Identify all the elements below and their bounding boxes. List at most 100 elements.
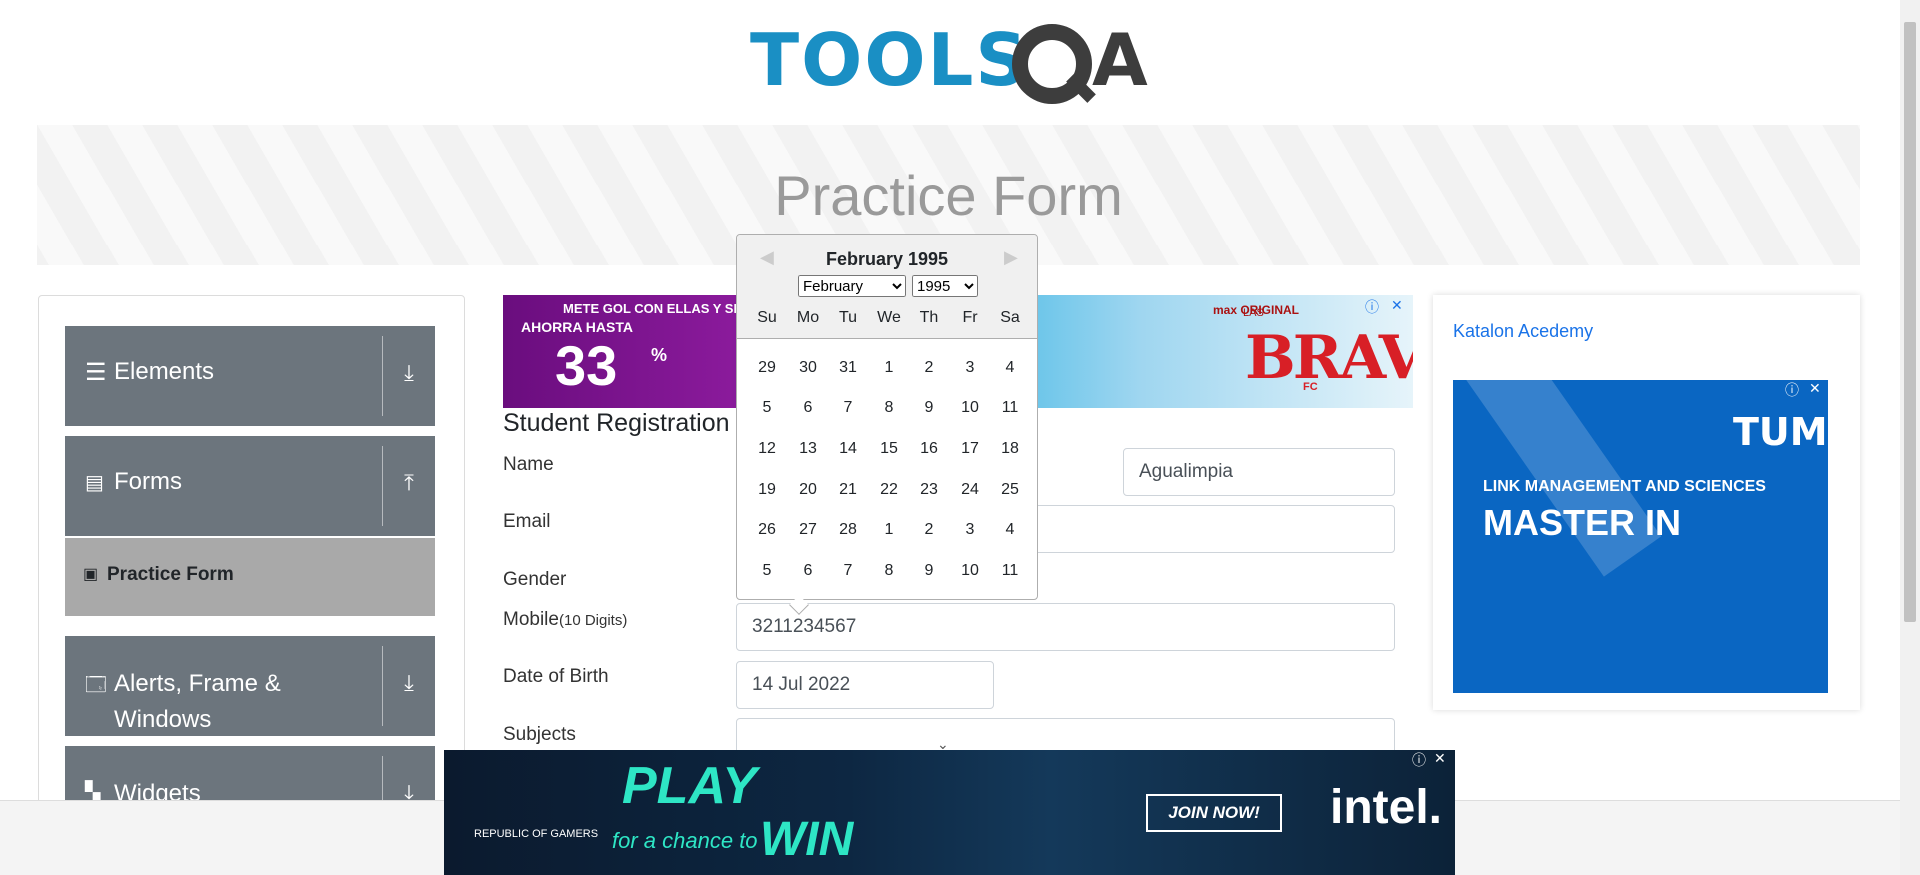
calendar-day[interactable]: 29: [747, 359, 787, 377]
calendar-day[interactable]: 7: [828, 399, 868, 417]
ad-text: BRAVAS: [1245, 323, 1413, 393]
calendar-day[interactable]: 22: [869, 481, 909, 499]
sidebar-group-elements[interactable]: ☰ Elements ⤓: [65, 326, 435, 426]
calendar-day[interactable]: 26: [747, 521, 787, 539]
calendar-day[interactable]: 3: [950, 521, 990, 539]
calendar-day[interactable]: 10: [950, 399, 990, 417]
weekday-label: Tu: [838, 309, 858, 326]
ad-text: MASTER IN: [1483, 502, 1681, 543]
scrollbar-thumb[interactable]: [1904, 22, 1916, 622]
calendar-day[interactable]: 9: [909, 562, 949, 580]
calendar-day[interactable]: 11: [990, 399, 1030, 417]
calendar-day[interactable]: 8: [869, 399, 909, 417]
calendar-day[interactable]: 7: [828, 562, 868, 580]
sidebar-item-practice-form[interactable]: ▣ Practice Form: [65, 538, 435, 616]
katalon-ad-link[interactable]: Katalon Acedemy: [1453, 321, 1593, 342]
weekday-label: Sa: [1000, 309, 1020, 326]
ad-sidebar-right: Katalon Acedemy TUM LINK MANAGEMENT AND …: [1433, 295, 1860, 710]
toolsqa-logo[interactable]: TOOLS A: [750, 18, 1155, 114]
dob-input[interactable]: 14 Jul 2022: [736, 661, 994, 709]
gear-icon: [1012, 24, 1092, 104]
mobile-input[interactable]: 3211234567: [736, 603, 1395, 651]
ad-text: for a chance to: [612, 828, 758, 853]
calendar-day[interactable]: 25: [990, 481, 1030, 499]
calendar-day[interactable]: 1: [869, 359, 909, 377]
calendar-day[interactable]: 10: [950, 562, 990, 580]
ad-text: FC: [1303, 381, 1318, 393]
ad-close-icon[interactable]: ✕: [1809, 380, 1821, 397]
ad-text: 33: [555, 334, 618, 397]
tum-ad[interactable]: TUM LINK MANAGEMENT AND SCIENCES MASTER …: [1453, 380, 1828, 693]
calendar-day[interactable]: 20: [788, 481, 828, 499]
form-title: Student Registration: [503, 409, 730, 437]
calendar-day[interactable]: 1: [869, 521, 909, 539]
calendar-day[interactable]: 18: [990, 440, 1030, 458]
calendar-day[interactable]: 17: [950, 440, 990, 458]
calendar-day[interactable]: 15: [869, 440, 909, 458]
weekday-label: Th: [919, 309, 939, 326]
email-label: Email: [503, 511, 551, 532]
calendar-day[interactable]: 9: [909, 399, 949, 417]
calendar-day[interactable]: 2: [909, 521, 949, 539]
last-name-input[interactable]: Agualimpia: [1123, 448, 1395, 496]
sidebar-group-alerts[interactable]: 🗔 Alerts, Frame & Windows ⤓: [65, 636, 435, 736]
subjects-label: Subjects: [503, 724, 576, 745]
calendar-day[interactable]: 8: [869, 562, 909, 580]
ad-text: LAS: [1243, 307, 1264, 319]
ad-text: LINK MANAGEMENT AND SCIENCES: [1483, 478, 1766, 495]
calendar-day[interactable]: 2: [909, 359, 949, 377]
calendar-day[interactable]: 3: [950, 359, 990, 377]
weekday-label: Mo: [796, 309, 820, 326]
ad-info-icon[interactable]: ⓘ: [1785, 380, 1799, 400]
mobile-label: Mobile(10 Digits): [503, 609, 627, 631]
tum-logo: TUM: [1733, 410, 1828, 454]
intel-logo: intel.: [1330, 781, 1443, 834]
calendar-day[interactable]: 28: [828, 521, 868, 539]
divider: [382, 646, 383, 726]
calendar-day[interactable]: 6: [788, 399, 828, 417]
ad-text: %: [651, 345, 668, 365]
group-label-line2: Windows: [114, 706, 212, 733]
page-scrollbar[interactable]: [1900, 0, 1920, 875]
group-label: Alerts, Frame &: [114, 670, 281, 697]
calendar-day[interactable]: 31: [828, 359, 868, 377]
ad-text: METE GOL CON ELLAS Y SE: [563, 301, 743, 316]
sidebar-group-forms[interactable]: ▤ Forms ⤒: [65, 436, 435, 536]
ad-info-icon[interactable]: ⓘ: [1365, 297, 1379, 317]
logo-text-a: A: [1092, 18, 1148, 102]
calendar-day[interactable]: 4: [990, 359, 1030, 377]
divider: [382, 336, 383, 416]
group-label: Forms: [114, 468, 182, 495]
calendar-day[interactable]: 23: [909, 481, 949, 499]
divider: [382, 446, 383, 526]
current-month: February 1995: [825, 249, 949, 269]
year-select[interactable]: 1995: [912, 275, 978, 297]
calendar-day[interactable]: 4: [990, 521, 1030, 539]
calendar-day[interactable]: 11: [990, 562, 1030, 580]
join-now-button[interactable]: JOIN NOW!: [1146, 794, 1282, 832]
calendar-day[interactable]: 27: [788, 521, 828, 539]
calendar-day[interactable]: 5: [747, 562, 787, 580]
month-select[interactable]: February: [798, 275, 906, 297]
calendar-day[interactable]: 24: [950, 481, 990, 499]
calendar-day[interactable]: 14: [828, 440, 868, 458]
calendar-day[interactable]: 12: [747, 440, 787, 458]
calendar-day[interactable]: 13: [788, 440, 828, 458]
download-arrow-icon: ⤓: [404, 670, 414, 695]
logo-text: TOOLS: [750, 18, 1030, 102]
ad-banner-bottom[interactable]: REPUBLIC OF GAMERS PLAY for a chance to …: [444, 750, 1455, 875]
calendar-day[interactable]: 30: [788, 359, 828, 377]
group-label: Elements: [114, 358, 215, 385]
calendar-day[interactable]: 19: [747, 481, 787, 499]
calendar-day[interactable]: 6: [788, 562, 828, 580]
ad-close-icon[interactable]: ✕: [1391, 297, 1403, 314]
calendar-day[interactable]: 16: [909, 440, 949, 458]
html5-icon: ▣: [83, 566, 99, 583]
ad-text: WIN: [760, 813, 854, 866]
ad-info-icon[interactable]: ⓘ: [1412, 750, 1426, 770]
download-arrow-icon: ⤓: [404, 360, 414, 385]
calendar-day[interactable]: 5: [747, 399, 787, 417]
hamburger-icon: ☰: [85, 359, 107, 386]
calendar-day[interactable]: 21: [828, 481, 868, 499]
ad-close-icon[interactable]: ✕: [1434, 750, 1446, 767]
